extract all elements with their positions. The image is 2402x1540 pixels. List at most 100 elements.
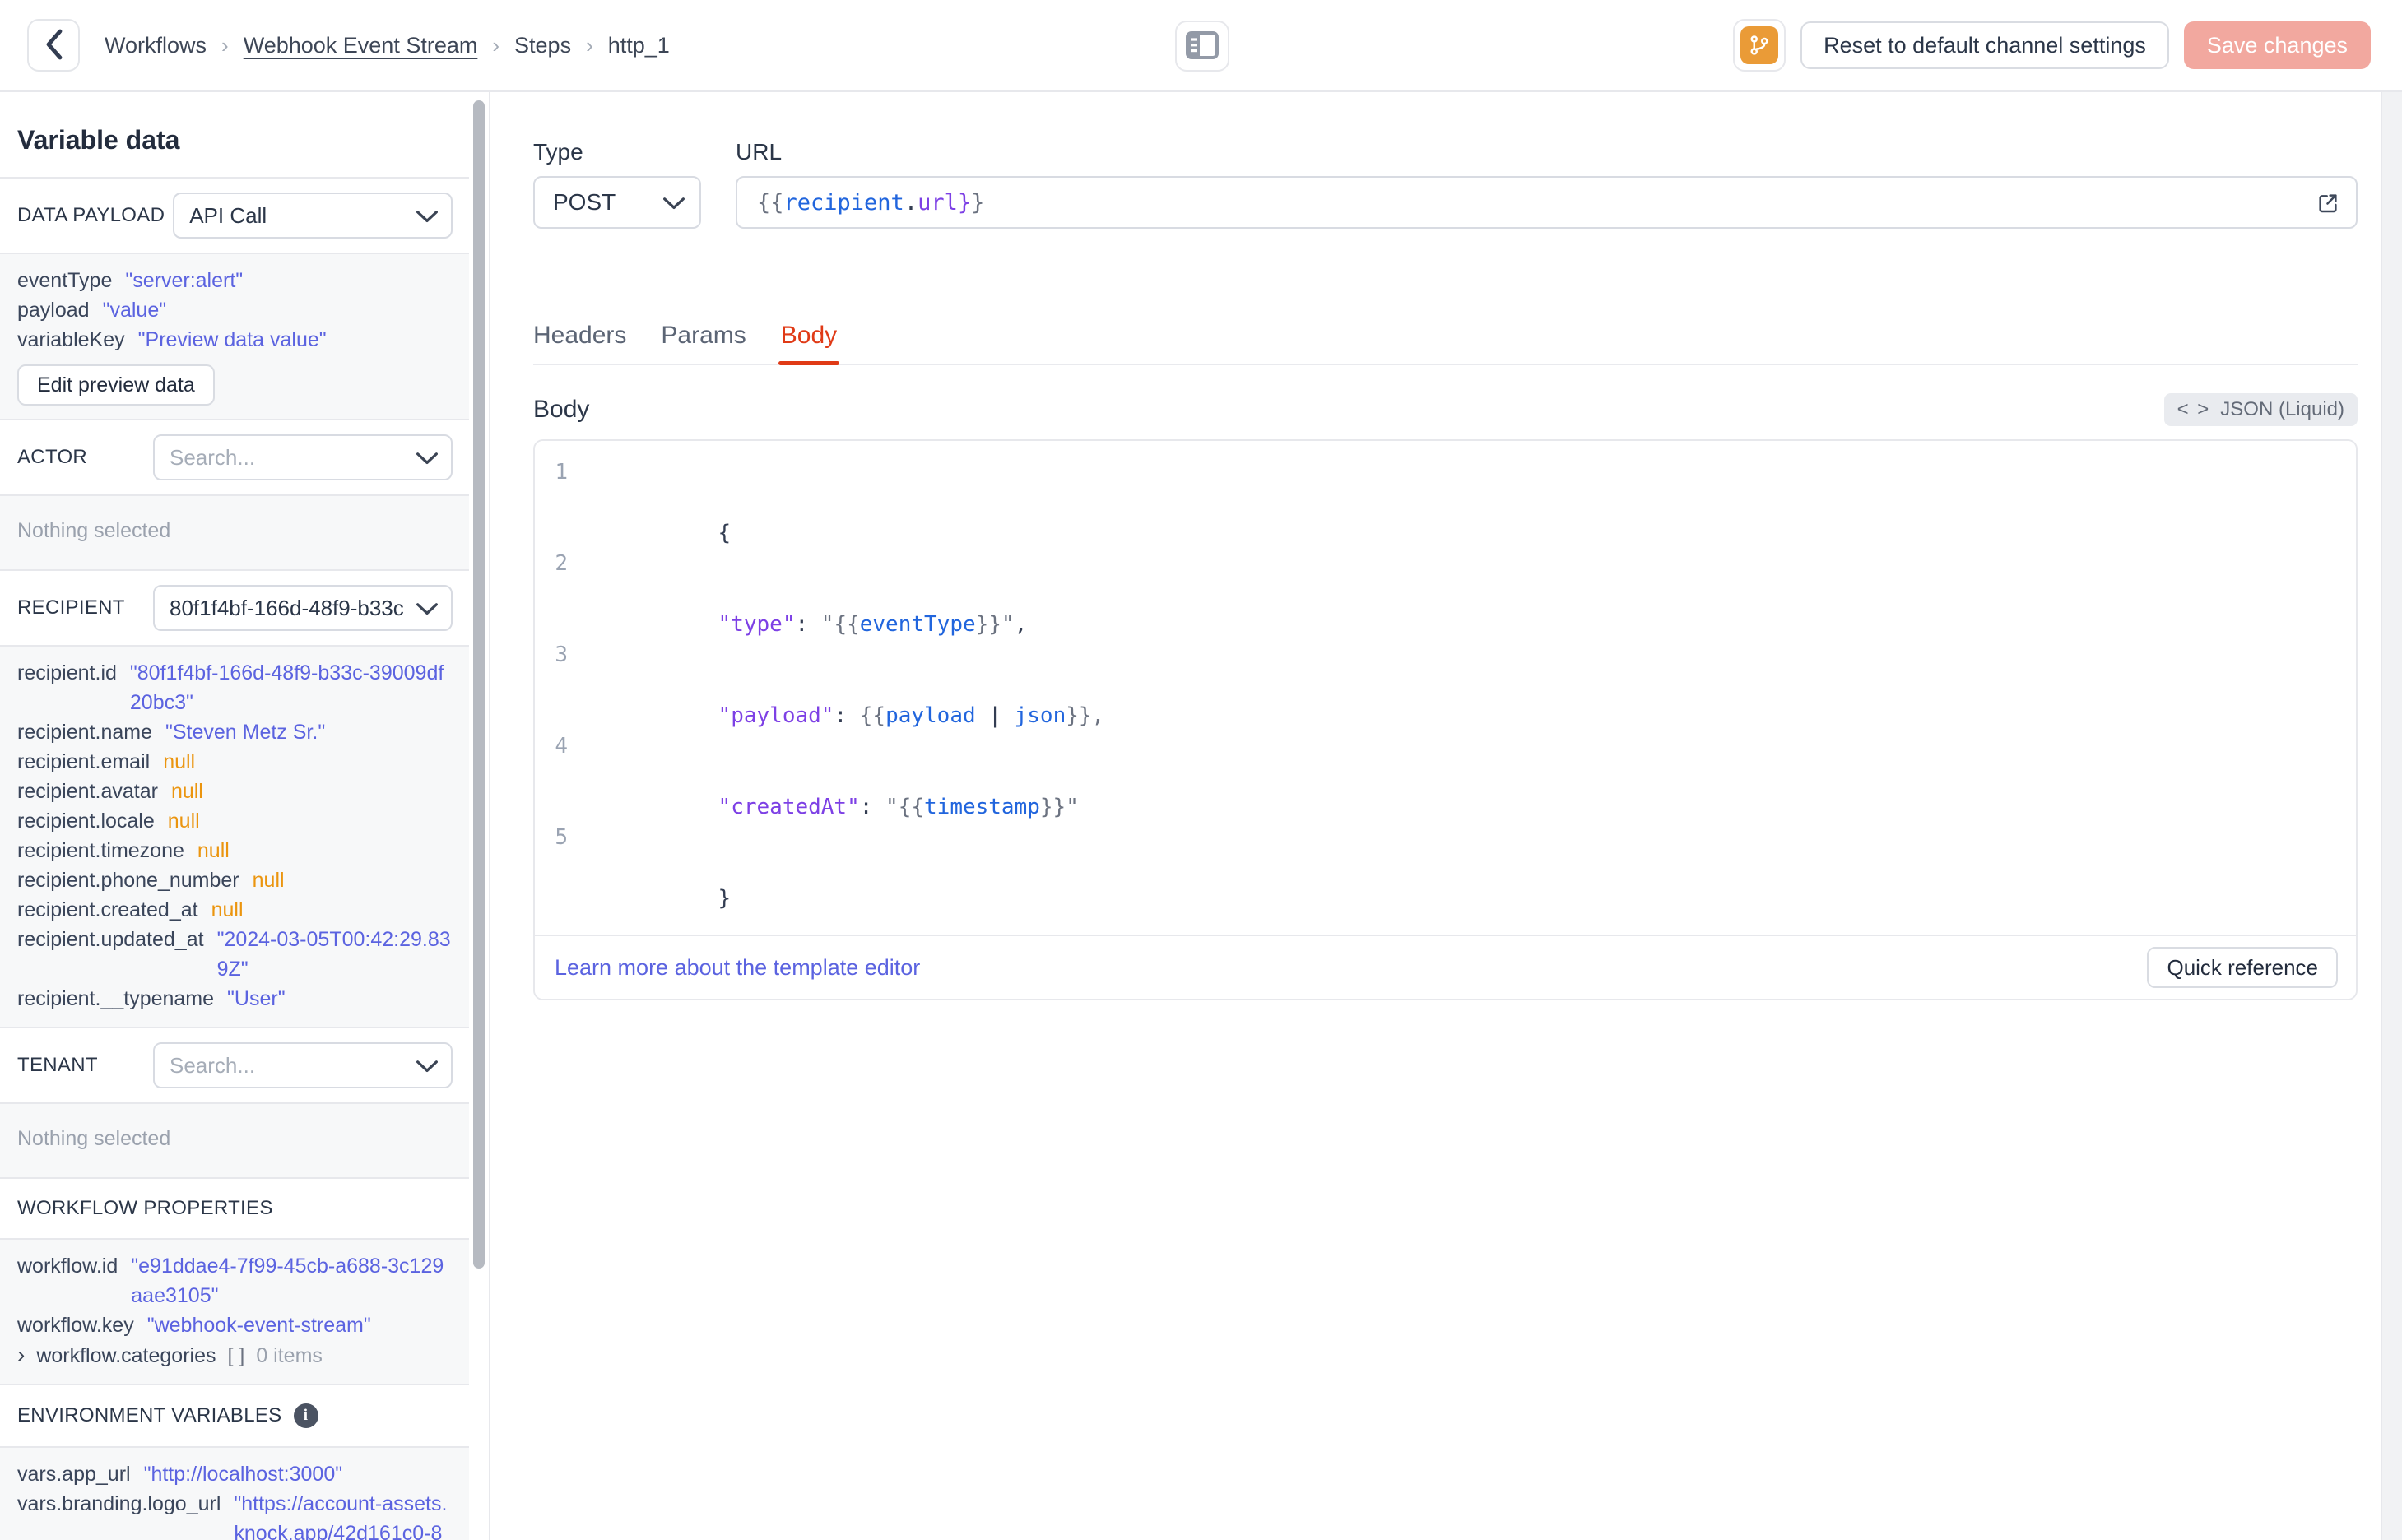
environment-variable-row: vars.branding.logo_url "https://account-… xyxy=(17,1489,452,1540)
code-line-content: } xyxy=(589,823,744,914)
quick-reference-button[interactable]: Quick reference xyxy=(2147,947,2338,988)
kv-key: workflow.id xyxy=(17,1255,118,1278)
line-number: 2 xyxy=(555,551,568,576)
code-token: {{ xyxy=(898,795,925,819)
kv-key: workflow.categories xyxy=(36,1344,216,1367)
workflow-categories-row[interactable]: › workflow.categories [ ] 0 items xyxy=(17,1340,452,1371)
chevron-left-icon xyxy=(44,28,63,63)
url-input[interactable]: {{recipient.url}} xyxy=(736,176,2358,229)
environment-variables-zone: vars.app_url "http://localhost:3000" var… xyxy=(0,1448,469,1540)
code-token: "createdAt" xyxy=(718,795,860,819)
preview-data-row: eventType "server:alert" xyxy=(17,266,452,295)
kv-value: null xyxy=(170,780,203,803)
tab[interactable]: Body xyxy=(778,321,840,365)
code-token: , xyxy=(1014,612,1028,637)
recipient-data-row: recipient.email null xyxy=(17,747,452,777)
url-token: } xyxy=(971,189,985,216)
code-line-content: { xyxy=(589,457,744,549)
kv-value: "2024-03-05T00:42:29.839Z" xyxy=(216,928,451,981)
breadcrumb-item[interactable]: Workflows xyxy=(105,33,207,58)
recipient-data-row: recipient.__typename "User" xyxy=(17,984,452,1014)
chevron-down-icon xyxy=(416,596,438,621)
kv-value: "http://localhost:3000" xyxy=(143,1463,343,1486)
tenant-search-select[interactable]: Search... xyxy=(153,1042,453,1088)
kv-value: "Preview data value" xyxy=(137,328,327,351)
code-token: timestamp xyxy=(924,795,1040,819)
actor-empty-zone: Nothing selected xyxy=(0,496,469,571)
breadcrumb-item[interactable]: Steps xyxy=(514,33,571,58)
method-select[interactable]: POST xyxy=(533,176,701,229)
page-scrollbar-gutter[interactable] xyxy=(2381,92,2402,1540)
code-token: {{ xyxy=(834,612,860,637)
kv-value: "User" xyxy=(227,987,286,1010)
kv-key: recipient.email xyxy=(17,750,151,773)
edit-preview-data-button[interactable]: Edit preview data xyxy=(17,364,215,406)
kv-key: eventType xyxy=(17,269,113,292)
workflow-property-row: workflow.id "e91ddae4-7f99-45cb-a688-3c1… xyxy=(17,1251,452,1310)
url-label: URL xyxy=(736,139,783,165)
kv-key: recipient.avatar xyxy=(17,780,158,803)
reset-default-settings-button[interactable]: Reset to default channel settings xyxy=(1800,21,2169,69)
external-link-icon[interactable] xyxy=(2315,190,2341,222)
recipient-selected-value: 80f1f4bf-166d-48f9-b33c xyxy=(170,595,404,620)
code-token: json xyxy=(1014,703,1066,728)
data-payload-selected-value: API Call xyxy=(189,202,267,228)
code-line: 1 { xyxy=(535,457,2356,549)
code-token: } xyxy=(718,886,732,911)
tab[interactable]: Headers xyxy=(533,321,626,364)
tenant-search-placeholder: Search... xyxy=(170,1052,256,1078)
url-token: {{ xyxy=(757,189,784,216)
breadcrumb-item[interactable]: http_1 xyxy=(608,33,670,58)
environment-variables-header: ENVIRONMENT VARIABLES i xyxy=(0,1385,469,1448)
info-icon[interactable]: i xyxy=(293,1403,318,1428)
save-changes-button[interactable]: Save changes xyxy=(2183,21,2371,69)
url-token: url xyxy=(918,189,958,216)
code-token: " xyxy=(1066,795,1079,819)
request-editor-panel: Type POST URL {{recipient.url}} Headers … xyxy=(490,92,2381,1540)
toggle-sidebar-button[interactable] xyxy=(1175,21,1229,72)
commit-changes-button[interactable] xyxy=(1733,19,1786,72)
learn-more-link[interactable]: Learn more about the template editor xyxy=(555,955,920,981)
data-payload-select[interactable]: API Call xyxy=(173,192,453,239)
header-actions: Reset to default channel settings Save c… xyxy=(1733,19,2371,72)
recipient-select[interactable]: 80f1f4bf-166d-48f9-b33c xyxy=(153,585,453,631)
back-button[interactable] xyxy=(27,19,80,72)
actor-search-select[interactable]: Search... xyxy=(153,434,453,480)
variable-data-sidebar: Variable data DATA PAYLOAD API Call even… xyxy=(0,92,469,1540)
empty-array-badge: [ ] xyxy=(227,1344,245,1367)
code-token: " xyxy=(820,612,834,637)
url-token: . xyxy=(904,189,918,216)
breadcrumb-item[interactable]: Webhook Event Stream xyxy=(244,33,478,58)
recipient-label: RECIPIENT xyxy=(17,596,125,619)
sidebar-scrollbar-track xyxy=(469,92,490,1540)
sidebar-scrollbar-thumb[interactable] xyxy=(473,100,485,1269)
preview-data-row: payload "value" xyxy=(17,295,452,325)
breadcrumb-separator: › xyxy=(586,32,593,58)
kv-key: variableKey xyxy=(17,328,125,351)
recipient-data-row: recipient.created_at null xyxy=(17,895,452,925)
recipient-data-zone: recipient.id "80f1f4bf-166d-48f9-b33c-39… xyxy=(0,647,469,1028)
recipient-data-row: recipient.name "Steven Metz Sr." xyxy=(17,717,452,747)
code-editor[interactable]: 1 { 2 "type": "{{eventType}}", 3 "payloa… xyxy=(535,441,2356,935)
kv-key: recipient.id xyxy=(17,661,117,684)
kv-value: "webhook-event-stream" xyxy=(146,1314,371,1337)
request-form-row: Type POST URL {{recipient.url}} xyxy=(533,138,2358,229)
chevron-down-icon xyxy=(416,203,438,229)
chevron-right-icon[interactable]: › xyxy=(17,1340,25,1370)
code-token: " xyxy=(885,795,899,819)
tenant-label: TENANT xyxy=(17,1054,98,1076)
code-token: }} xyxy=(975,612,1001,637)
data-payload-row: DATA PAYLOAD API Call xyxy=(0,179,469,254)
line-number: 3 xyxy=(555,642,568,667)
item-count: 0 items xyxy=(256,1344,323,1367)
code-token: }} xyxy=(1066,703,1092,728)
actor-label: ACTOR xyxy=(17,446,88,468)
code-token: }} xyxy=(1039,795,1066,819)
breadcrumb: Workflows › Webhook Event Stream › Steps… xyxy=(105,33,670,58)
chevron-down-icon xyxy=(663,189,685,216)
tab[interactable]: Params xyxy=(661,321,746,364)
recipient-data-row: recipient.locale null xyxy=(17,806,452,836)
kv-value: "server:alert" xyxy=(125,269,244,292)
type-field: Type POST xyxy=(533,138,701,229)
code-token: { xyxy=(718,521,732,545)
